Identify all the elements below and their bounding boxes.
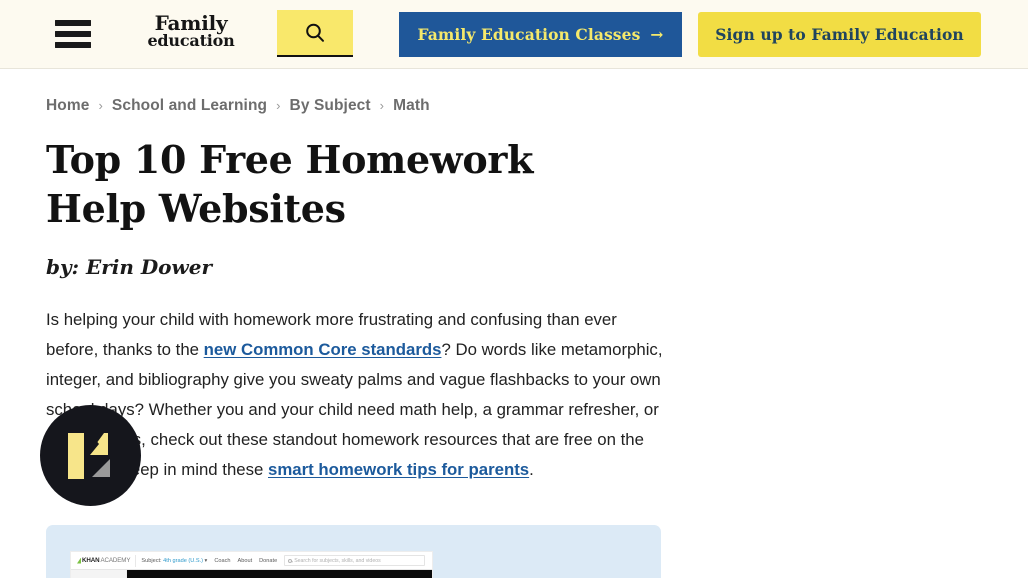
khan-subject-value: 4th grade (U.S.) [163, 557, 203, 564]
leaf-icon [77, 557, 81, 564]
video-play-badge[interactable] [40, 405, 141, 506]
khan-academy-screenshot[interactable]: KHAN ACADEMY Subject: 4th grade (U.S.) ▾… [70, 551, 433, 578]
hamburger-bar [55, 42, 91, 48]
breadcrumb-item-school-and-learning[interactable]: School and Learning [112, 97, 267, 115]
link-smart-homework-tips[interactable]: smart homework tips for parents [268, 460, 529, 479]
khan-search-placeholder: Search for subjects, skills, and videos [294, 557, 381, 564]
page-root: Family education Family Education Classe… [0, 0, 1028, 578]
search-icon [288, 558, 293, 563]
search-icon [306, 23, 324, 42]
search-button[interactable] [277, 10, 353, 57]
khan-subject-label: Subject: [141, 557, 162, 564]
breadcrumb-item-by-subject[interactable]: By Subject [290, 97, 371, 115]
link-common-core-standards[interactable]: new Common Core standards [204, 340, 442, 359]
signup-button[interactable]: Sign up to Family Education [698, 12, 981, 57]
site-header: Family education Family Education Classe… [0, 0, 1028, 69]
khan-nav-coach[interactable]: Coach [214, 558, 230, 564]
khan-logo-bold: KHAN [82, 557, 100, 564]
breadcrumb-separator: › [276, 98, 281, 113]
khan-academy-body [71, 570, 432, 578]
khan-video-player[interactable] [127, 570, 432, 578]
breadcrumb-separator: › [98, 98, 103, 113]
khan-search-input[interactable]: Search for subjects, skills, and videos [284, 555, 425, 566]
hamburger-icon[interactable] [55, 20, 91, 48]
site-logo-line2: education [147, 31, 235, 51]
family-education-classes-label: Family Education Classes [417, 25, 641, 44]
family-education-classes-button[interactable]: Family Education Classes → [399, 12, 682, 57]
page-title: Top 10 Free Homework Help Websites [46, 137, 534, 232]
khan-logo-light: ACADEMY [100, 557, 131, 564]
site-logo[interactable]: Family education [140, 13, 242, 50]
play-badge-icon [67, 432, 110, 479]
khan-sidebar [71, 570, 127, 578]
breadcrumb-item-home[interactable]: Home [46, 97, 89, 115]
hamburger-bar [55, 20, 91, 26]
main-content: Home › School and Learning › By Subject … [0, 97, 1028, 485]
khan-nav-about[interactable]: About [238, 558, 253, 564]
breadcrumb-separator: › [379, 98, 385, 113]
article-byline: by: Erin Dower [46, 255, 212, 280]
hamburger-bar [55, 31, 91, 37]
khan-nav-donate[interactable]: Donate [259, 558, 277, 564]
signup-button-label: Sign up to Family Education [715, 25, 964, 44]
breadcrumb: Home › School and Learning › By Subject … [46, 97, 1028, 115]
article-image-card: KHAN ACADEMY Subject: 4th grade (U.S.) ▾… [46, 525, 661, 578]
khan-subject-selector[interactable]: Subject: 4th grade (U.S.) ▾ [141, 558, 207, 564]
breadcrumb-item-math[interactable]: Math [393, 97, 430, 115]
khan-academy-navbar: KHAN ACADEMY Subject: 4th grade (U.S.) ▾… [71, 552, 432, 570]
nav-divider [135, 554, 137, 567]
khan-academy-logo[interactable]: KHAN ACADEMY [77, 557, 130, 564]
arrow-right-icon: → [650, 25, 664, 44]
site-logo-line1: Family [154, 11, 228, 35]
paragraph-text-part3: . [529, 460, 534, 480]
chevron-down-icon: ▾ [204, 557, 208, 564]
